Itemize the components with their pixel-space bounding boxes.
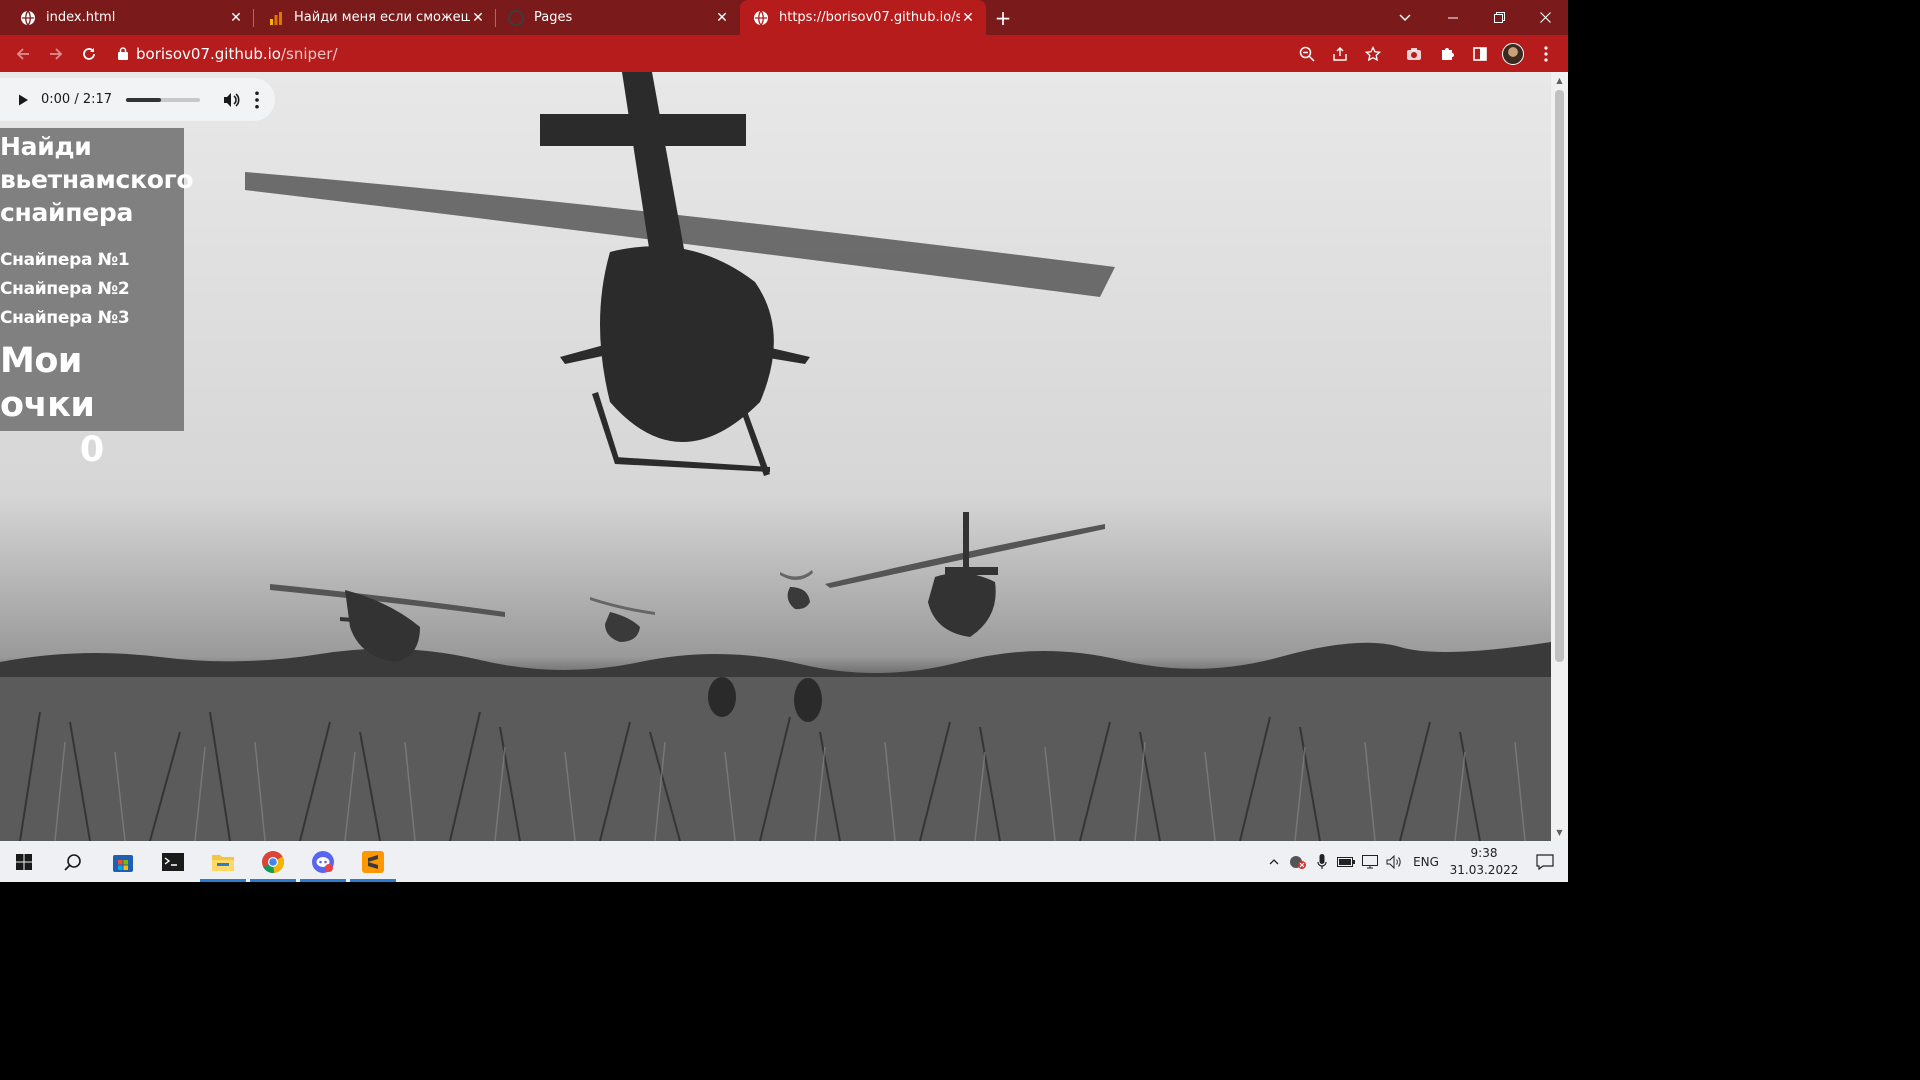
tab-title: https://borisov07.github.io/sniper/ bbox=[779, 10, 960, 25]
volume-icon[interactable] bbox=[222, 91, 240, 109]
helicopter-small-1 bbox=[590, 597, 655, 642]
battery-icon[interactable] bbox=[1334, 841, 1358, 882]
chart-icon bbox=[268, 10, 284, 26]
close-window-button[interactable] bbox=[1522, 0, 1568, 35]
minimize-button[interactable] bbox=[1430, 0, 1476, 35]
globe-icon bbox=[753, 10, 769, 26]
browser-toolbar: borisov07.github.io/sniper/ bbox=[0, 35, 1568, 72]
menu-kebab-icon[interactable] bbox=[1529, 37, 1562, 70]
forward-button[interactable] bbox=[39, 37, 72, 70]
camera-icon[interactable] bbox=[1397, 37, 1430, 70]
chevron-up-icon[interactable] bbox=[1262, 841, 1286, 882]
language-indicator[interactable]: ENG bbox=[1406, 855, 1446, 869]
tab-strip: index.html ✕ Найди меня если сможешь ✕ P… bbox=[0, 0, 1568, 35]
bookmark-star-icon[interactable] bbox=[1356, 37, 1389, 70]
discord-icon[interactable] bbox=[298, 841, 348, 882]
page-scrollbar[interactable]: ▲ ▼ bbox=[1551, 72, 1568, 841]
share-icon[interactable] bbox=[1323, 37, 1356, 70]
scroll-down-icon[interactable]: ▼ bbox=[1551, 824, 1568, 841]
window-controls bbox=[1430, 0, 1568, 35]
github-icon bbox=[508, 9, 524, 26]
helicopter-small-2 bbox=[780, 570, 813, 610]
more-options-icon[interactable] bbox=[252, 90, 262, 109]
play-icon[interactable] bbox=[16, 93, 30, 107]
back-button[interactable] bbox=[6, 37, 39, 70]
helicopter-right bbox=[825, 512, 1105, 637]
extensions-puzzle-icon[interactable] bbox=[1430, 37, 1463, 70]
close-icon[interactable]: ✕ bbox=[714, 10, 730, 26]
profile-avatar[interactable] bbox=[1496, 37, 1529, 70]
scrollbar-thumb[interactable] bbox=[1555, 90, 1564, 662]
restore-button[interactable] bbox=[1476, 0, 1522, 35]
close-icon[interactable]: ✕ bbox=[228, 10, 244, 26]
file-explorer-icon[interactable] bbox=[198, 841, 248, 882]
tab-title: Найди меня если сможешь bbox=[294, 10, 470, 25]
reload-button[interactable] bbox=[72, 37, 105, 70]
tab-pages[interactable]: Pages ✕ bbox=[496, 0, 740, 35]
sniper-link-1[interactable]: Снайпера №1 bbox=[0, 246, 184, 275]
globe-icon bbox=[20, 10, 36, 26]
close-icon[interactable]: ✕ bbox=[960, 10, 976, 26]
helicopter-large bbox=[245, 72, 1115, 476]
sniper-links: Снайпера №1 Снайпера №2 Снайпера №3 bbox=[0, 246, 184, 333]
score-title: Мои очки bbox=[0, 341, 95, 425]
lock-icon[interactable] bbox=[110, 47, 136, 60]
tab-find-me[interactable]: Найди меня если сможешь ✕ bbox=[254, 0, 496, 35]
scroll-up-icon[interactable]: ▲ bbox=[1551, 72, 1568, 89]
display-icon[interactable] bbox=[1358, 841, 1382, 882]
game-panel: Найди вьетнамского снайпера Снайпера №1 … bbox=[0, 128, 194, 470]
speaker-icon[interactable] bbox=[1382, 841, 1406, 882]
clock[interactable]: 9:38 31.03.2022 bbox=[1446, 845, 1522, 879]
sniper-link-3[interactable]: Снайпера №3 bbox=[0, 304, 184, 333]
new-tab-button[interactable]: + bbox=[986, 0, 1020, 35]
tab-search-chevron-icon[interactable] bbox=[1390, 0, 1420, 35]
url-path: /sniper/ bbox=[280, 44, 338, 63]
zoom-icon[interactable] bbox=[1290, 37, 1323, 70]
sniper-link-2[interactable]: Снайпера №2 bbox=[0, 275, 184, 304]
volume-slider[interactable] bbox=[126, 97, 201, 102]
chrome-icon[interactable] bbox=[248, 841, 298, 882]
system-tray: ENG 9:38 31.03.2022 bbox=[1262, 841, 1568, 882]
toolbar-actions bbox=[1290, 35, 1568, 72]
score-value: 0 bbox=[79, 430, 105, 470]
page-viewport bbox=[0, 72, 1551, 841]
sublime-text-icon[interactable] bbox=[348, 841, 398, 882]
tab-index-html[interactable]: index.html ✕ bbox=[0, 0, 254, 35]
url-host: borisov07.github.io bbox=[136, 44, 281, 63]
address-bar[interactable]: borisov07.github.io/sniper/ bbox=[110, 39, 1296, 68]
audio-player: 0:00 / 2:17 bbox=[0, 78, 275, 121]
page-title: Найди вьетнамского снайпера bbox=[0, 132, 194, 227]
background-photo bbox=[0, 72, 1551, 841]
search-icon[interactable] bbox=[48, 841, 98, 882]
network-error-icon[interactable] bbox=[1286, 841, 1310, 882]
notifications-icon[interactable] bbox=[1522, 853, 1568, 870]
taskbar: ENG 9:38 31.03.2022 bbox=[0, 841, 1568, 882]
helicopter-left bbox=[270, 584, 505, 662]
clock-date: 31.03.2022 bbox=[1449, 862, 1519, 877]
tab-sniper[interactable]: https://borisov07.github.io/sniper/ ✕ bbox=[740, 0, 986, 35]
store-icon[interactable] bbox=[98, 841, 148, 882]
clock-time: 9:38 bbox=[1470, 845, 1498, 860]
audio-time: 0:00 / 2:17 bbox=[41, 92, 113, 107]
tab-title: index.html bbox=[46, 10, 116, 25]
terminal-icon[interactable] bbox=[148, 841, 198, 882]
tab-title: Pages bbox=[534, 10, 573, 25]
side-panel-icon[interactable] bbox=[1463, 37, 1496, 70]
microphone-icon[interactable] bbox=[1310, 841, 1334, 882]
close-icon[interactable]: ✕ bbox=[470, 10, 486, 26]
windows-start-icon[interactable] bbox=[0, 841, 48, 882]
